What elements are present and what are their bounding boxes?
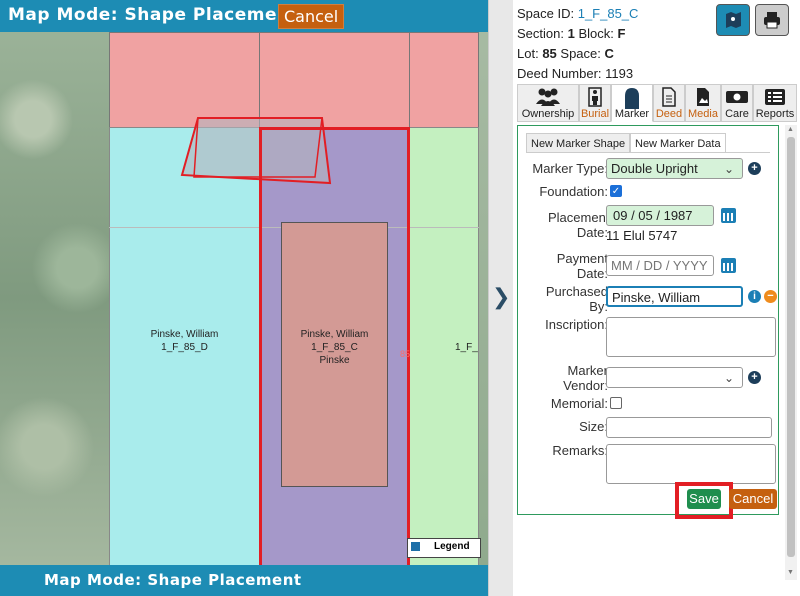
deed-number-row: Deed Number: 1193 [517,66,633,81]
payment-date-field[interactable] [606,255,714,276]
tab-media-label: Media [688,108,718,120]
print-button[interactable] [755,4,789,36]
info-icon[interactable]: i [748,290,761,303]
aerial-terrain [0,0,110,596]
legend-icon [411,542,420,551]
section-block-row: Section: 1 Block: F [517,26,625,41]
deed-number-label: Deed Number: [517,66,602,81]
marker-vendor-select[interactable]: ⌄ [606,367,743,388]
purchased-by-field[interactable]: Pinske, William [606,286,743,307]
tab-ownership-label: Ownership [521,108,575,120]
record-tabs: Ownership Burial Marker Deed Media Care … [517,84,797,124]
space-id-link[interactable]: 1_F_85_C [578,6,639,21]
lot-pink-right[interactable] [409,32,479,128]
cancel-shape-button[interactable]: Cancel [278,4,345,29]
space-details-panel: Space ID: 1_F_85_C Section: 1 Block: F L… [513,0,800,596]
panel-scrollbar[interactable]: ▲ ▼ [785,125,797,580]
chevron-down-icon: ⌄ [723,371,734,385]
lot-space-row: Lot: 85 Space: C [517,46,614,61]
space-id-row: Space ID: 1_F_85_C [517,6,638,21]
map-button[interactable] [716,4,750,36]
scrollbar-thumb[interactable] [787,137,795,557]
marker-type-label: Marker Type: [532,161,608,176]
calendar-icon[interactable] [721,208,736,223]
tab-reports[interactable]: Reports [753,84,797,122]
cancel-button[interactable]: Cancel [729,489,777,509]
memorial-label: Memorial: [550,396,608,411]
tab-marker[interactable]: Marker [611,84,653,122]
lot-label-d: Pinske, William 1_F_85_D [150,329,219,353]
printer-icon [764,12,780,29]
add-marker-type-icon[interactable]: + [748,162,761,175]
panel-collapse-handle[interactable]: ❯ [488,0,513,596]
lot-number-label: 85 [400,349,411,359]
chevron-right-icon[interactable]: ❯ [492,285,510,310]
subtab-new-marker-shape[interactable]: New Marker Shape [526,133,631,153]
foundation-label: Foundation: [539,184,608,199]
tab-ownership[interactable]: Ownership [517,84,579,122]
tab-marker-label: Marker [614,108,650,120]
map-icon [726,12,741,28]
tab-care[interactable]: Care [721,84,753,122]
hebrew-date: 11 Elul 5747 [606,228,678,243]
map-mode-header: Map Mode: Shape Placement Cancel [0,0,488,32]
map-mode-title: Map Mode: Shape Placement [8,5,299,25]
inscription-textarea[interactable] [606,317,776,357]
scroll-down-icon[interactable]: ▼ [787,569,794,576]
size-label: Size: [579,419,608,434]
remove-purchaser-icon[interactable]: − [764,290,777,303]
lot-label-b: 1_F_ [455,342,478,353]
section-label: Section: [517,26,564,41]
placement-date-field[interactable]: 09 / 05 / 1987 [606,205,714,226]
scroll-up-icon[interactable]: ▲ [787,126,794,133]
lot-value: 85 [542,46,557,61]
space-value: C [604,46,614,61]
lot-label-c: Pinske, William 1_F_85_C Pinske [300,329,369,366]
block-value: F [617,26,626,41]
tab-burial[interactable]: Burial [579,84,611,122]
marker-type-value: Double Upright [611,161,698,176]
foundation-checkbox[interactable]: ✓ [610,185,622,197]
legend-label: Legend [434,541,470,552]
save-button[interactable]: Save [687,489,721,509]
lot-pink-middle[interactable] [259,32,410,128]
tab-media[interactable]: Media [685,84,721,122]
subtab-divider [526,152,770,153]
tab-reports-label: Reports [755,108,795,120]
chevron-down-icon: ⌄ [723,162,734,176]
calendar-icon[interactable] [721,258,736,273]
memorial-checkbox[interactable] [610,397,622,409]
marker-type-select[interactable]: Double Upright ⌄ [606,158,743,179]
subtab-new-marker-data[interactable]: New Marker Data [630,133,726,153]
marker-form: New Marker Shape New Marker Data Marker … [517,125,779,515]
space-label: Space: [560,46,601,61]
tab-deed[interactable]: Deed [653,84,685,122]
payment-date-label: Payment Date: [556,251,608,281]
remarks-label: Remarks: [552,443,608,458]
map-mode-footer-title: Map Mode: Shape Placement [44,571,302,589]
lot-pink-left[interactable] [109,32,260,128]
placement-date-label: Placement Date: [548,210,610,240]
remarks-textarea[interactable] [606,444,776,484]
deed-number-value: 1193 [605,66,634,81]
space-id-label: Space ID: [517,6,575,21]
tab-burial-label: Burial [580,108,610,120]
size-field[interactable] [606,417,772,438]
block-label: Block: [578,26,614,41]
purchased-by-label: Purchased By: [545,284,608,314]
legend-button[interactable]: Legend [407,538,481,558]
tab-deed-label: Deed [655,108,683,120]
map-mode-footer: Map Mode: Shape Placement [0,565,488,596]
tab-care-label: Care [725,108,749,120]
add-vendor-icon[interactable]: + [748,371,761,384]
section-value: 1 [567,26,575,41]
map-canvas[interactable]: Pinske, William 1_F_85_D Pinske, William… [0,0,488,596]
inscription-label: Inscription: [545,317,608,332]
lot-label: Lot: [517,46,539,61]
marker-vendor-label: Marker Vendor: [563,363,608,393]
